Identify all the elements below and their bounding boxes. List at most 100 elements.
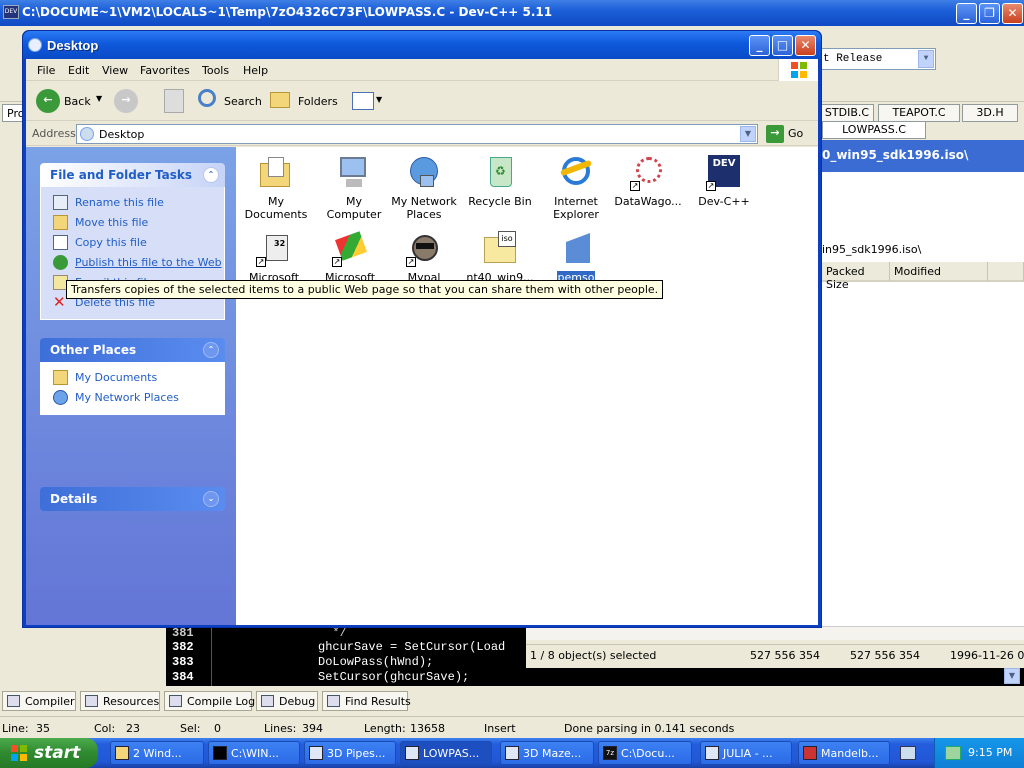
chevron-down-icon[interactable]: ▼ xyxy=(918,50,934,68)
tab-compile-log[interactable]: Compile Log xyxy=(164,691,255,711)
views-button[interactable]: ▼ xyxy=(352,90,386,112)
archive-address[interactable]: in95_sdk1996.iso\ xyxy=(822,240,1024,260)
chart-icon xyxy=(169,695,182,707)
task-publish[interactable]: Publish this file to the Web xyxy=(41,253,224,273)
chevron-down-icon[interactable]: ▼ xyxy=(740,126,756,142)
task-move[interactable]: Move this file xyxy=(41,213,224,233)
menu-help[interactable]: Help xyxy=(243,64,268,77)
minimize-button[interactable]: _ xyxy=(749,35,770,56)
tab-stdib[interactable]: STDIB.C xyxy=(820,104,874,122)
taskbar-item-3dpipes[interactable]: 3D Pipes... xyxy=(304,741,396,765)
place-my-network[interactable]: My Network Places xyxy=(41,388,224,408)
folder-icon xyxy=(270,92,290,108)
archive-scrollbar[interactable] xyxy=(526,626,1024,640)
start-button[interactable]: start xyxy=(0,738,98,768)
explorer-title: Desktop xyxy=(47,38,99,53)
maximize-button[interactable]: □ xyxy=(772,35,793,56)
my-computer-icon xyxy=(336,155,372,191)
close-button[interactable]: ✕ xyxy=(1002,3,1023,24)
item-label: My Network Places xyxy=(391,195,457,221)
task-rename[interactable]: Rename this file xyxy=(41,193,224,213)
desktop-item-my-computer[interactable]: My Computer xyxy=(316,155,392,221)
task-label: Publish this file to the Web xyxy=(75,256,222,269)
go-button[interactable]: → Go xyxy=(766,125,803,143)
details-header[interactable]: Details ⌄ xyxy=(40,487,225,511)
calculator-icon[interactable] xyxy=(900,746,916,760)
taskbar-item-cmd[interactable]: C:\WIN... xyxy=(208,741,300,765)
explorer-menubar: File Edit View Favorites Tools Help xyxy=(26,59,818,81)
menu-tools[interactable]: Tools xyxy=(202,64,229,77)
line-number: 382 xyxy=(172,640,194,654)
taskbar-item-mandelbrot[interactable]: Mandelb... xyxy=(798,741,890,765)
code-scrollbar[interactable]: ▼ xyxy=(526,668,1024,686)
other-places-list: My Documents My Network Places xyxy=(40,362,225,415)
desktop-item-my-network-places[interactable]: My Network Places xyxy=(386,155,462,221)
desktop-item-datawago[interactable]: ↗ DataWago... xyxy=(610,155,686,208)
chevron-down-icon[interactable]: ▼ xyxy=(1004,668,1020,684)
mypal-icon: ↗ xyxy=(406,231,442,267)
tab-teapot[interactable]: TEAPOT.C xyxy=(878,104,960,122)
project-tab[interactable]: Pro xyxy=(2,104,24,122)
column-modified[interactable]: Modified xyxy=(890,262,988,282)
explorer-titlebar: Desktop _ □ ✕ xyxy=(23,31,821,59)
menu-file[interactable]: File xyxy=(37,64,55,77)
bottom-panel-tabs: Compiler Resources Compile Log Debug Fin… xyxy=(0,690,1024,712)
menu-view[interactable]: View xyxy=(102,64,128,77)
rename-icon xyxy=(53,195,68,210)
forward-button[interactable]: → xyxy=(114,89,138,113)
tab-debug[interactable]: Debug xyxy=(256,691,318,711)
chevron-down-icon: ▼ xyxy=(96,94,103,103)
clock[interactable]: 9:15 PM xyxy=(968,746,1012,759)
taskbar-item-lowpass[interactable]: LOWPAS... xyxy=(400,741,492,765)
address-bar: Address Desktop ▼ → Go xyxy=(26,122,818,146)
line-value: 35 xyxy=(36,722,50,735)
tab-3d-h[interactable]: 3D.H xyxy=(962,104,1018,122)
app-icon xyxy=(309,746,323,760)
tab-lowpass[interactable]: LOWPASS.C xyxy=(822,121,926,139)
up-folder-icon[interactable] xyxy=(164,89,184,113)
taskbar-item-julia[interactable]: JULIA - ... xyxy=(700,741,792,765)
compiler-icon xyxy=(7,695,20,707)
tab-resources[interactable]: Resources xyxy=(80,691,160,711)
build-config-select[interactable]: t Release ▼ xyxy=(812,48,936,70)
column-packed-size[interactable]: Packed Size xyxy=(822,262,890,291)
network-icon[interactable] xyxy=(945,746,961,760)
minimize-button[interactable]: _ xyxy=(956,3,977,24)
packed-total: 527 556 354 xyxy=(850,649,920,662)
chevron-down-icon[interactable]: ⌄ xyxy=(203,491,219,507)
task-pane: File and Folder Tasks ⌃ Rename this file… xyxy=(26,147,236,625)
desktop-item-my-documents[interactable]: My Documents xyxy=(238,155,314,221)
maximize-button[interactable]: ❐ xyxy=(979,3,1000,24)
chevron-up-icon[interactable]: ⌃ xyxy=(203,342,219,358)
taskbar-item-7zip[interactable]: 7z C:\Docu... xyxy=(598,741,692,765)
menu-favorites[interactable]: Favorites xyxy=(140,64,190,77)
desktop-item-mypal[interactable]: ↗ Mypal xyxy=(386,231,462,284)
other-places-header[interactable]: Other Places ⌃ xyxy=(40,338,225,362)
file-folder-tasks-header[interactable]: File and Folder Tasks ⌃ xyxy=(40,163,225,187)
chevron-up-icon[interactable]: ⌃ xyxy=(203,167,219,183)
devcpp-title: C:\DOCUME~1\VM2\LOCALS~1\Temp\7zO4326C73… xyxy=(22,5,553,19)
task-copy[interactable]: Copy this file xyxy=(41,233,224,253)
desktop-item-devcpp[interactable]: DEV ↗ Dev-C++ xyxy=(686,155,762,208)
place-label: My Documents xyxy=(75,371,158,384)
desktop-item-nt40-iso[interactable]: iso nt40_win9... xyxy=(462,231,538,284)
desktop-item-internet-explorer[interactable]: Internet Explorer xyxy=(538,155,614,221)
place-my-documents[interactable]: My Documents xyxy=(41,368,224,388)
tab-compiler[interactable]: Compiler xyxy=(2,691,76,711)
taskbar-item-3dmaze[interactable]: 3D Maze... xyxy=(500,741,594,765)
shortcut-arrow-icon: ↗ xyxy=(406,257,416,267)
desktop-item-pemso[interactable]: pemso xyxy=(538,231,614,284)
tab-find-results[interactable]: Find Results xyxy=(322,691,411,711)
address-input[interactable]: Desktop ▼ xyxy=(76,124,758,144)
visual-cpp-icon: 32 ↗ xyxy=(256,231,292,267)
folders-button[interactable]: Folders xyxy=(270,89,340,115)
desktop-item-recycle-bin[interactable]: ♻ Recycle Bin xyxy=(462,155,538,208)
taskbar-label: JULIA - ... xyxy=(723,747,773,760)
devcpp-statusbar: Line: 35 Col: 23 Sel: 0 Lines: 394 Lengt… xyxy=(0,716,1024,738)
menu-edit[interactable]: Edit xyxy=(68,64,89,77)
taskbar-item-windows[interactable]: 2 Wind... xyxy=(110,741,204,765)
search-button[interactable]: Search xyxy=(198,89,278,115)
back-button[interactable]: ← Back ▼ xyxy=(34,88,114,114)
close-button[interactable]: ✕ xyxy=(795,35,816,56)
app-icon xyxy=(803,746,817,760)
